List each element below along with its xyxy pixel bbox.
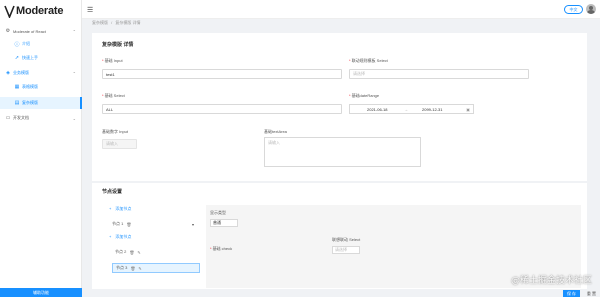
arrow-right-icon: → bbox=[404, 107, 408, 112]
sidebar-item-label: 复杂模版 bbox=[22, 100, 38, 105]
display-type-label: 显示类型 bbox=[210, 210, 226, 215]
chevron-up-icon: ⌃ bbox=[72, 28, 76, 34]
sidebar-item-table-template[interactable]: ▦ 表格模版 bbox=[0, 81, 82, 93]
sidebar-item-label: 介绍 bbox=[22, 41, 30, 46]
form-title: 复杂模版 详情 bbox=[102, 42, 134, 48]
info-icon: ⓘ bbox=[14, 41, 20, 48]
basic-textarea[interactable]: 请输入 bbox=[264, 137, 421, 167]
sidebar-item-label: 快速上手 bbox=[22, 55, 38, 60]
sidebar-footer-button[interactable]: 辅助功能 bbox=[0, 288, 82, 297]
delete-icon[interactable]: 🗑 bbox=[126, 222, 131, 227]
check-label: *基础 check bbox=[210, 246, 233, 251]
breadcrumb-separator: / bbox=[111, 20, 113, 25]
reset-button[interactable]: 重 置 bbox=[587, 290, 596, 297]
date-range-label: *基础dateRange bbox=[349, 93, 380, 98]
sidebar-item-label: 表格模版 bbox=[22, 84, 38, 89]
top-header: ☰ 中文 bbox=[82, 0, 600, 19]
sidebar: Moderate ⚙ Moderate of React ⌃ ⓘ 介绍 ➚ 快速… bbox=[0, 0, 82, 297]
plus-icon: + bbox=[109, 206, 112, 211]
sidebar-item-label: Moderate of React bbox=[13, 28, 46, 34]
node-linkage-select[interactable]: 请选择 bbox=[332, 246, 360, 254]
chevron-up-icon: ⌃ bbox=[72, 70, 76, 76]
display-type-select[interactable]: 普通 bbox=[210, 219, 238, 227]
linkage-placeholder: 请选择 bbox=[353, 71, 365, 76]
basic-select-label: *基础 Select bbox=[102, 93, 125, 98]
breadcrumb-current: 复杂模版 详情 bbox=[115, 20, 141, 25]
tree-node-label: 节点 1 bbox=[112, 221, 124, 226]
name-label: *基础 Input bbox=[102, 58, 123, 63]
layers-icon: ◈ bbox=[6, 70, 10, 76]
tree-node-label: 节点 3 bbox=[116, 265, 128, 270]
linkage-select-label: 联想联动 Select bbox=[332, 237, 361, 242]
required-mark: * bbox=[210, 246, 212, 251]
date-range-picker[interactable]: 2021-06-18 → 2099-12-31 ▣ bbox=[349, 104, 474, 114]
menu-toggle-icon[interactable]: ☰ bbox=[87, 6, 93, 14]
sidebar-item-intro[interactable]: ⓘ 介绍 bbox=[0, 38, 82, 50]
required-mark: * bbox=[349, 93, 351, 98]
delete-icon[interactable]: 🗑 bbox=[130, 266, 135, 271]
form-icon: ▤ bbox=[14, 100, 20, 106]
detail-form-card: 复杂模版 详情 *基础 Input test1 *联动规则模板 Select 请… bbox=[92, 33, 587, 181]
doc-icon: ▭ bbox=[5, 115, 11, 121]
breadcrumb: 复杂模版 / 复杂模版 详情 bbox=[92, 20, 143, 26]
name-input[interactable]: test1 bbox=[102, 69, 342, 79]
add-node-button[interactable]: + 添加节点 bbox=[109, 206, 131, 212]
number-input[interactable]: 请输入 bbox=[102, 139, 137, 149]
sidebar-item-business-templates[interactable]: ◈ 业务模版 ⌃ bbox=[0, 67, 82, 79]
tree-node-label: 节点 2 bbox=[115, 249, 127, 254]
date-range-end[interactable]: 2099-12-31 bbox=[422, 107, 442, 112]
edit-icon[interactable]: ✎ bbox=[138, 266, 141, 271]
sidebar-item-moderate-of-react[interactable]: ⚙ Moderate of React ⌃ bbox=[0, 25, 82, 37]
edit-icon[interactable]: ✎ bbox=[137, 250, 140, 255]
plus-icon: + bbox=[109, 234, 112, 239]
language-button[interactable]: 中文 bbox=[564, 5, 583, 14]
sidebar-item-label: 业务模版 bbox=[13, 70, 29, 75]
basic-select[interactable]: ALL bbox=[102, 104, 342, 114]
sidebar-item-quickstart[interactable]: ➚ 快速上手 bbox=[0, 52, 82, 64]
save-button[interactable]: 保 存 bbox=[563, 290, 580, 297]
watermark-text: @稀土掘金技术社区 bbox=[510, 276, 592, 286]
tree-node-2[interactable]: 节点 2 🗑 ✎ bbox=[115, 249, 141, 255]
logo-mark-icon bbox=[4, 5, 15, 18]
linkage-select[interactable]: 请选择 bbox=[349, 69, 529, 79]
required-mark: * bbox=[102, 93, 104, 98]
add-sub-node-button[interactable]: + 添加节点 bbox=[109, 234, 131, 240]
sidebar-item-label: 开发文档 bbox=[13, 115, 29, 120]
number-label: 基础数字 Input bbox=[102, 129, 129, 134]
sidebar-item-complex-template[interactable]: ▤ 复杂模版 bbox=[0, 97, 82, 109]
date-range-start[interactable]: 2021-06-18 bbox=[367, 107, 387, 112]
app-logo[interactable]: Moderate bbox=[4, 3, 64, 19]
tree-node-3[interactable]: 节点 3 🗑 ✎ bbox=[112, 263, 200, 273]
chevron-down-icon: ⌄ bbox=[72, 115, 76, 121]
required-mark: * bbox=[349, 58, 351, 63]
textarea-label: 基础textArea bbox=[264, 129, 287, 134]
tree-node-1[interactable]: 节点 1 🗑 ▾ bbox=[112, 221, 194, 227]
avatar[interactable] bbox=[586, 4, 596, 14]
chevron-down-icon[interactable]: ▾ bbox=[192, 222, 194, 227]
delete-icon[interactable]: 🗑 bbox=[129, 250, 134, 255]
logo-text: Moderate bbox=[16, 5, 64, 17]
rocket-icon: ➚ bbox=[14, 55, 20, 61]
required-mark: * bbox=[102, 58, 104, 63]
breadcrumb-item[interactable]: 复杂模版 bbox=[92, 20, 108, 25]
basic-select-value: ALL bbox=[106, 106, 114, 112]
linkage-label: *联动规则模板 Select bbox=[349, 58, 388, 63]
sidebar-item-dev-docs[interactable]: ▭ 开发文档 ⌄ bbox=[0, 112, 82, 124]
node-settings-title: 节点设置 bbox=[102, 189, 123, 195]
gear-icon: ⚙ bbox=[5, 28, 11, 34]
table-icon: ▦ bbox=[14, 84, 20, 90]
calendar-icon: ▣ bbox=[466, 107, 470, 112]
